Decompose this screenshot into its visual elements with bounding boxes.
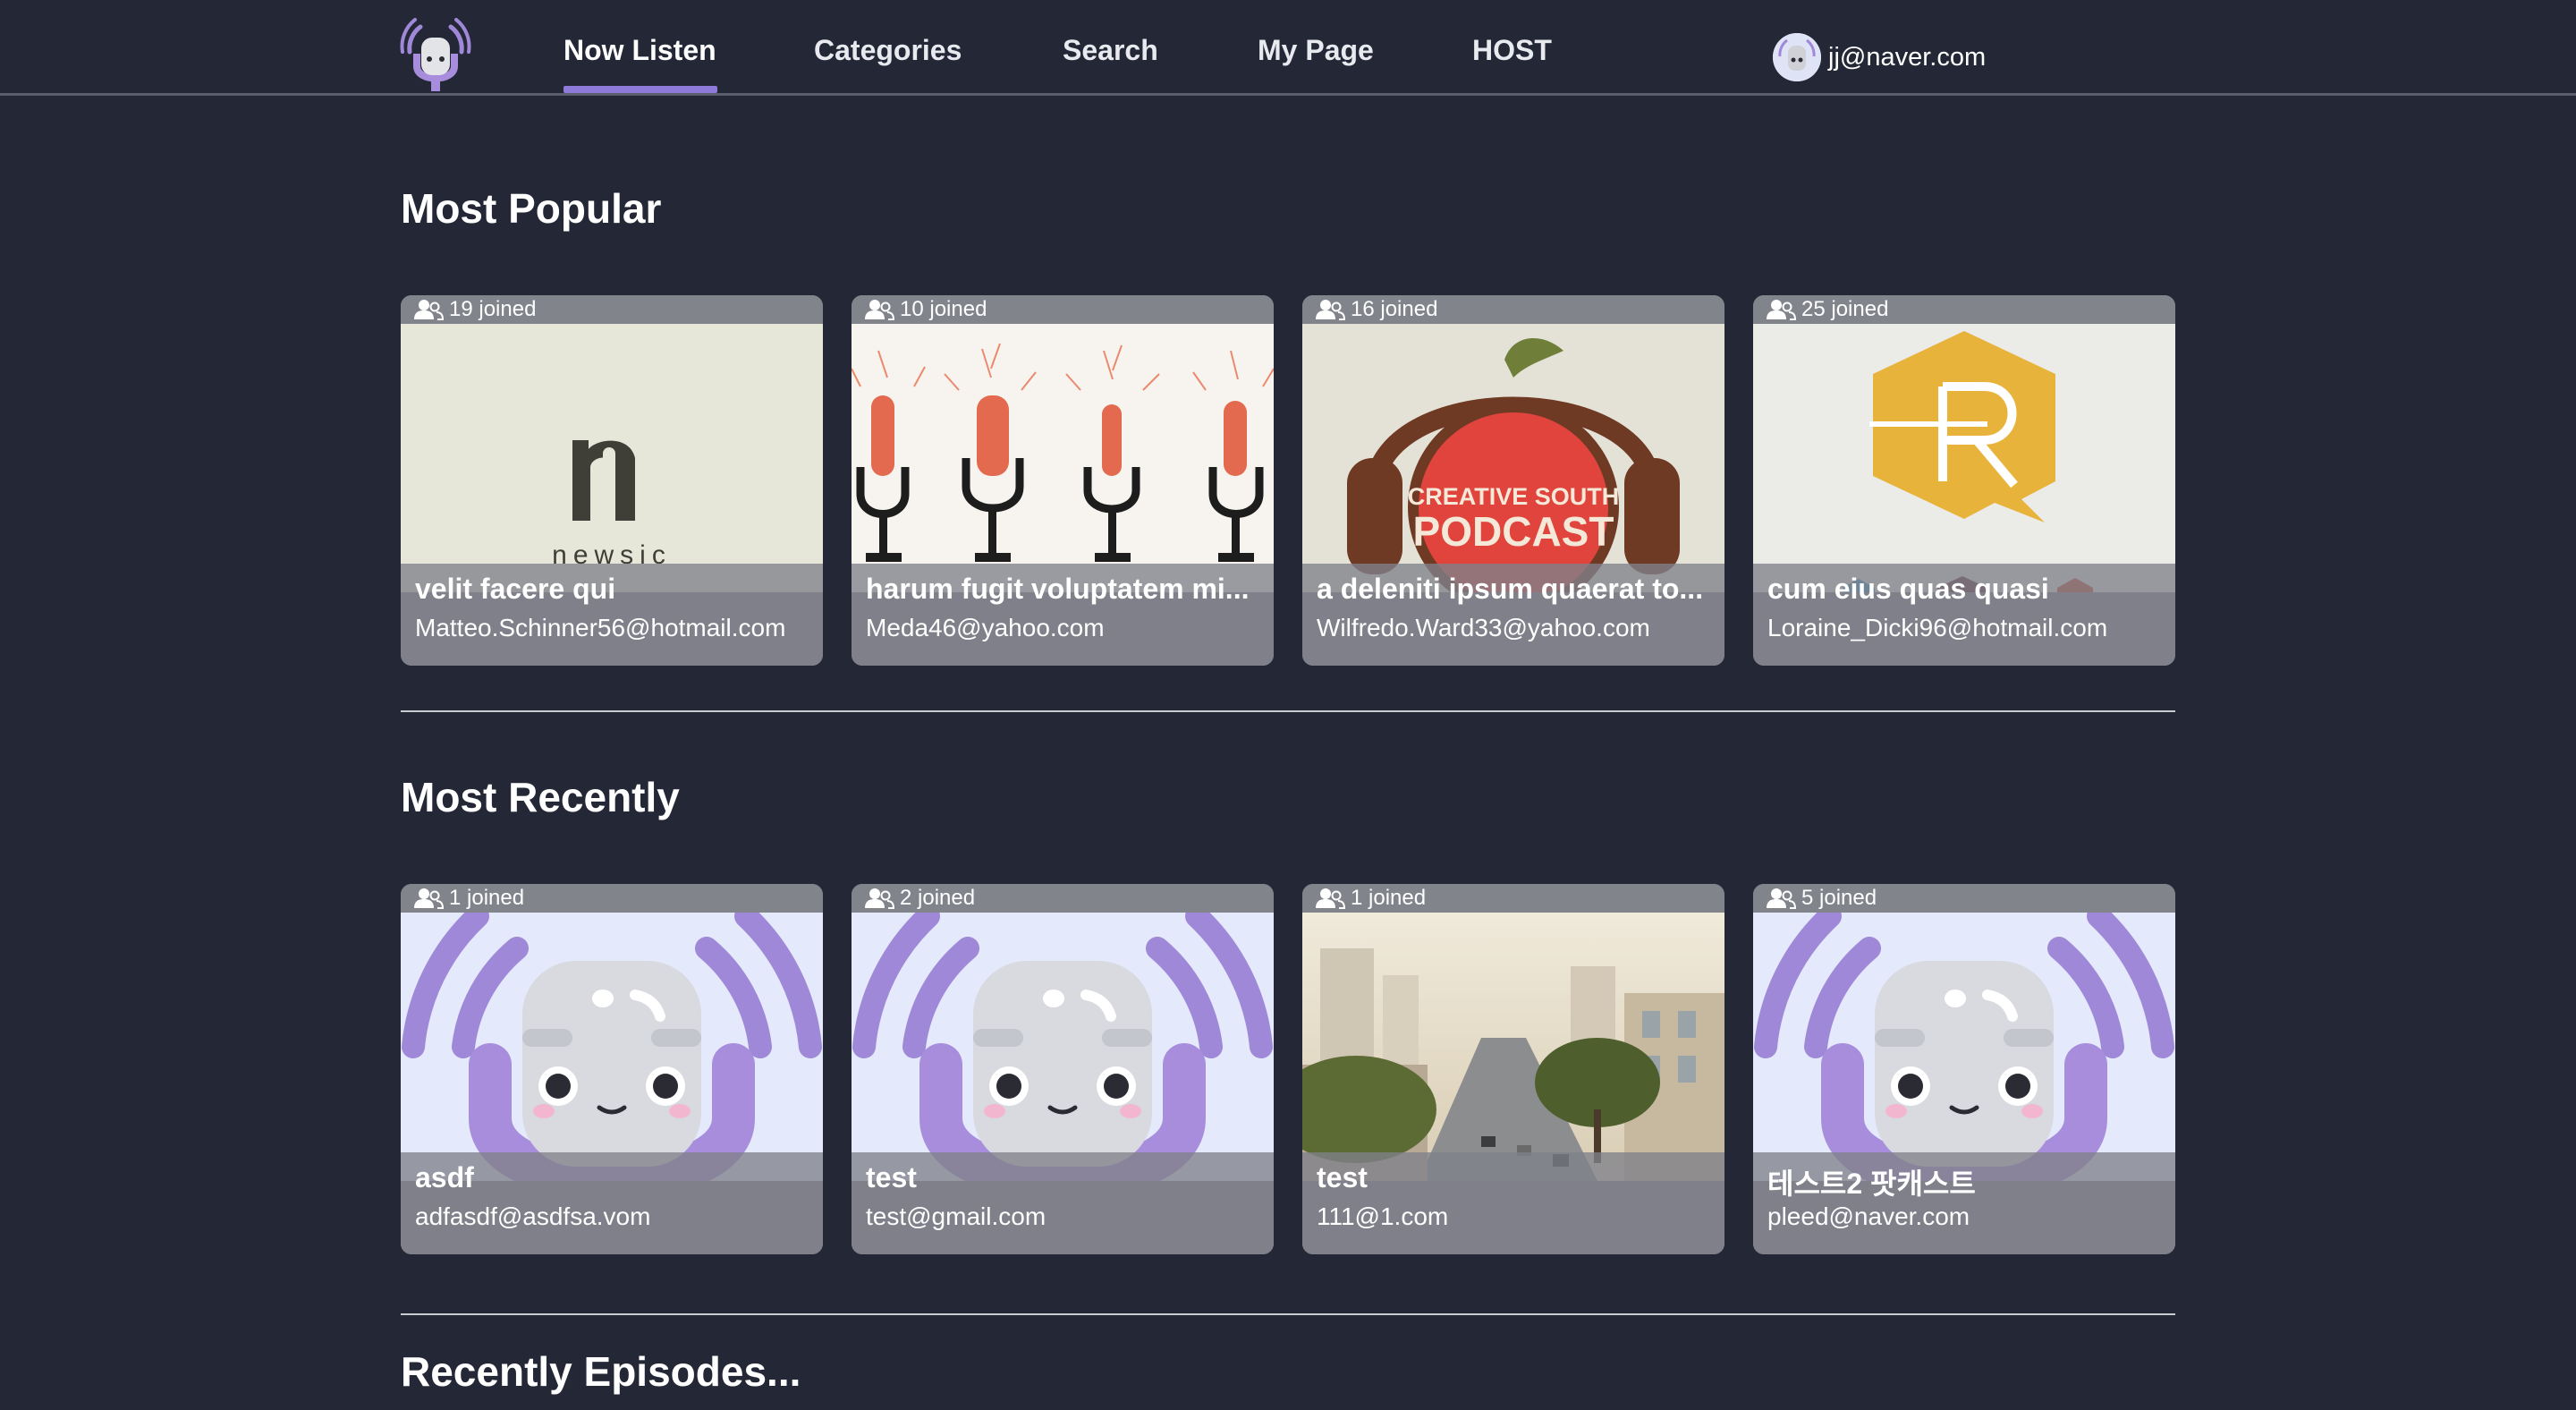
card-footer: test 111@1.com <box>1302 1152 1724 1254</box>
nav-now-listen[interactable]: Now Listen <box>564 34 716 70</box>
user-profile-menu[interactable]: jj@naver.com <box>1773 32 1986 82</box>
nav-search[interactable]: Search <box>1063 34 1158 70</box>
podcast-thumbnail-r-logo <box>1753 324 2175 592</box>
podcast-card[interactable]: 25 joined cum eius quas quasi Loraine_Di… <box>1753 295 2175 666</box>
active-tab-indicator <box>564 86 717 93</box>
joined-count: 2 joined <box>852 884 1274 913</box>
card-footer: cum eius quas quasi Loraine_Dicki96@hotm… <box>1753 564 2175 666</box>
podcast-thumbnail-microphones <box>852 324 1274 592</box>
card-footer: asdf adfasdf@asdfsa.vom <box>401 1152 823 1254</box>
people-icon <box>864 888 894 909</box>
joined-count-label: 16 joined <box>1351 297 1438 321</box>
joined-count-label: 2 joined <box>900 886 976 910</box>
host-email: test@gmail.com <box>866 1202 1046 1230</box>
joined-count: 5 joined <box>1753 884 2175 913</box>
podcast-thumbnail-mascot <box>852 913 1274 1181</box>
host-email: Loraine_Dicki96@hotmail.com <box>1767 614 2108 641</box>
podcast-title: a deleniti ipsum quaerat to... <box>1317 573 1704 605</box>
joined-count-label: 5 joined <box>1801 886 1877 910</box>
top-navigation-bar: Now Listen Categories Search My Page HOS… <box>0 0 2576 96</box>
card-footer: 테스트2 팟캐스트 pleed@naver.com <box>1753 1152 2175 1254</box>
podcast-title: test <box>866 1161 917 1193</box>
podcast-title: asdf <box>415 1161 474 1193</box>
joined-count-label: 25 joined <box>1801 297 1889 321</box>
host-email: 111@1.com <box>1317 1202 1449 1230</box>
people-icon <box>413 299 444 320</box>
most-popular-heading: Most Popular <box>401 185 662 232</box>
joined-count: 19 joined <box>401 295 823 324</box>
podcast-card[interactable]: 1 joined test 111@1.com <box>1302 884 1724 1254</box>
card-footer: a deleniti ipsum quaerat to... Wilfredo.… <box>1302 564 1724 666</box>
nav-host[interactable]: HOST <box>1472 34 1552 70</box>
joined-count: 1 joined <box>1302 884 1724 913</box>
host-email: adfasdf@asdfsa.vom <box>415 1202 651 1230</box>
podcast-card[interactable]: 16 joined CREATIVE SOUTH PODCAST a delen… <box>1302 295 1724 666</box>
podcast-thumbnail-city-street <box>1302 913 1724 1181</box>
podcast-title: harum fugit voluptatem mi... <box>866 573 1250 605</box>
podcast-title: 테스트2 팟캐스트 <box>1767 1168 1976 1200</box>
recently-episodes-heading: Recently Episodes... <box>401 1348 801 1395</box>
podcast-title: test <box>1317 1161 1368 1193</box>
podcast-text: PODCAST <box>1413 508 1614 555</box>
joined-count: 1 joined <box>401 884 823 913</box>
people-icon <box>1766 888 1796 909</box>
people-icon <box>1766 299 1796 320</box>
most-recently-heading: Most Recently <box>401 774 680 820</box>
people-icon <box>1315 888 1345 909</box>
podcast-mascot-logo[interactable] <box>399 18 472 91</box>
podcast-card[interactable]: 5 joined 테스트2 팟캐스트 pleed@naver.com <box>1753 884 2175 1254</box>
section-divider <box>401 710 2175 712</box>
joined-count-label: 19 joined <box>449 297 537 321</box>
people-icon <box>1315 299 1345 320</box>
user-email: jj@naver.com <box>1828 42 1987 72</box>
section-divider <box>401 1313 2175 1315</box>
creative-south-text: CREATIVE SOUTH <box>1408 483 1620 510</box>
card-footer: harum fugit voluptatem mi... Meda46@yaho… <box>852 564 1274 666</box>
people-icon <box>864 299 894 320</box>
card-footer: velit facere qui Matteo.Schinner56@hotma… <box>401 564 823 666</box>
host-email: pleed@naver.com <box>1767 1202 1970 1230</box>
people-icon <box>413 888 444 909</box>
joined-count-label: 1 joined <box>449 886 525 910</box>
card-footer: test test@gmail.com <box>852 1152 1274 1254</box>
podcast-thumbnail-newsic: newsic <box>401 324 823 592</box>
joined-count: 10 joined <box>852 295 1274 324</box>
joined-count-label: 1 joined <box>1351 886 1427 910</box>
podcast-card[interactable]: 19 joined newsic velit facere qui Matteo… <box>401 295 823 666</box>
joined-count: 25 joined <box>1753 295 2175 324</box>
nav-categories[interactable]: Categories <box>814 34 962 70</box>
podcast-title: velit facere qui <box>415 573 616 605</box>
nav-my-page[interactable]: My Page <box>1258 34 1374 70</box>
podcast-thumbnail-mascot <box>1753 913 2175 1181</box>
user-avatar <box>1773 33 1821 81</box>
joined-count-label: 10 joined <box>900 297 987 321</box>
joined-count: 16 joined <box>1302 295 1724 324</box>
host-email: Wilfredo.Ward33@yahoo.com <box>1317 614 1650 641</box>
podcast-card[interactable]: 1 joined asdf adfasdf@asdfsa.vom <box>401 884 823 1254</box>
podcast-card[interactable]: 2 joined test test@gmail.com <box>852 884 1274 1254</box>
host-email: Meda46@yahoo.com <box>866 614 1105 641</box>
podcast-thumbnail-creative-south: CREATIVE SOUTH PODCAST <box>1302 324 1724 592</box>
podcast-card[interactable]: 10 joined harum fugit voluptatem mi... M… <box>852 295 1274 666</box>
podcast-title: cum eius quas quasi <box>1767 573 2049 605</box>
host-email: Matteo.Schinner56@hotmail.com <box>415 614 786 641</box>
podcast-thumbnail-mascot <box>401 913 823 1181</box>
